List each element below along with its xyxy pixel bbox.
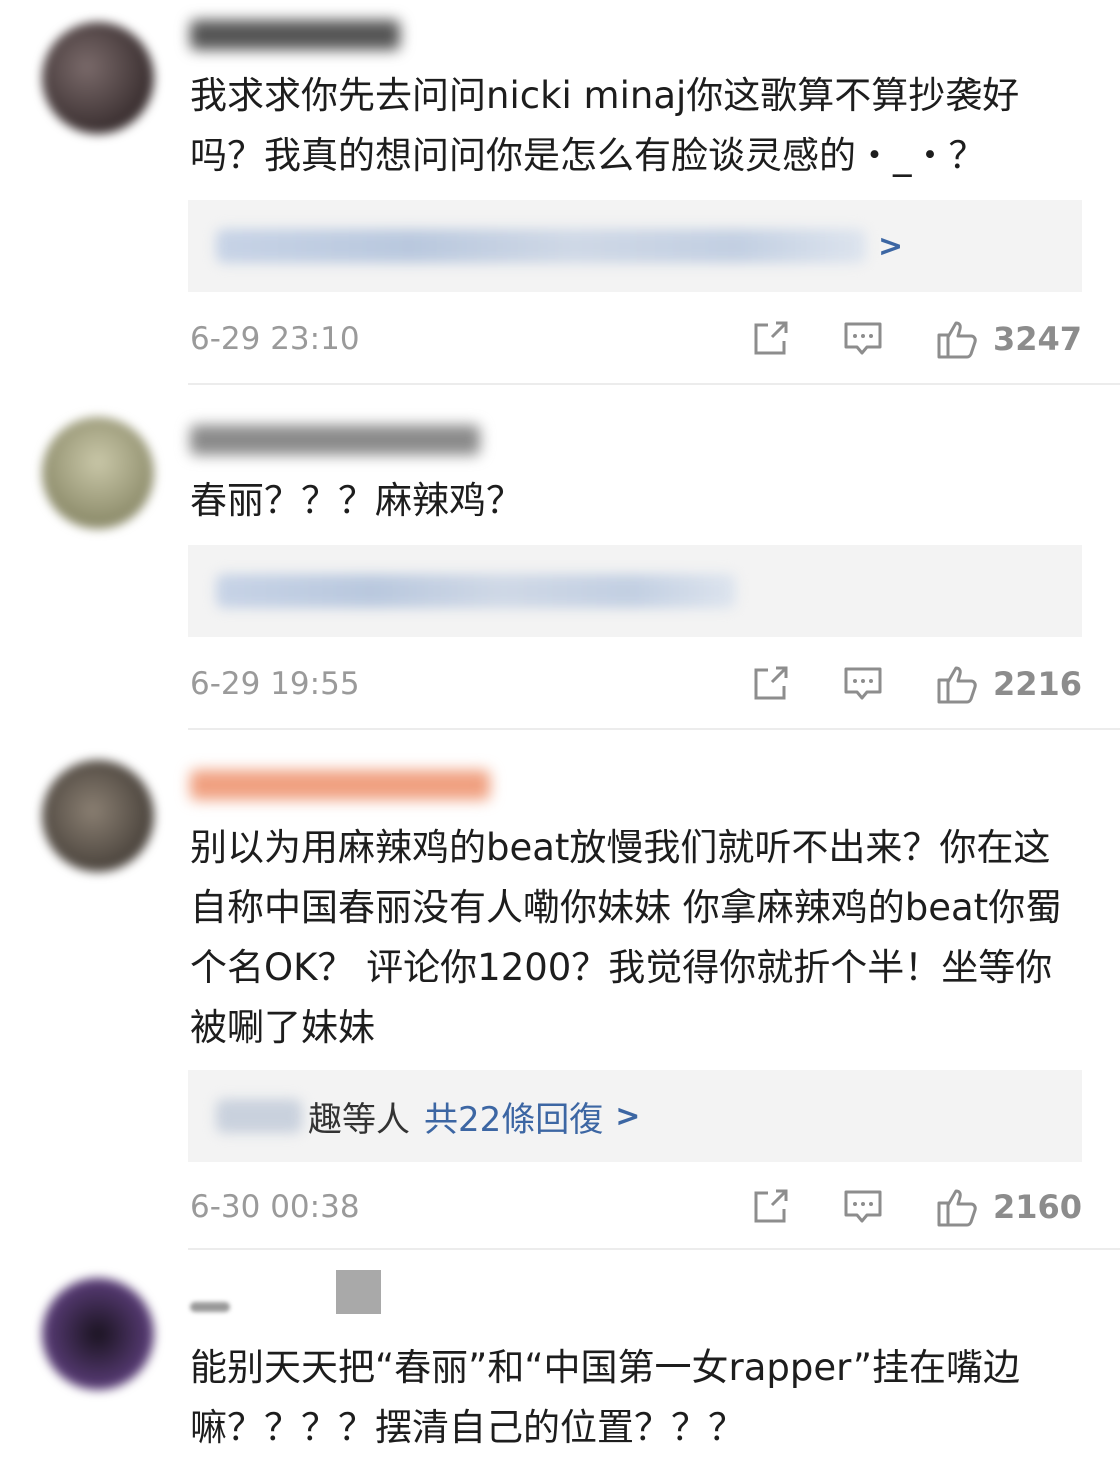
replies-summary-blurred bbox=[216, 229, 866, 263]
comment-meta: 6-30 00:38 2160 bbox=[190, 1182, 1082, 1232]
thumbs-up-icon[interactable] bbox=[935, 1187, 979, 1227]
reply-user-tail: 趣等人 bbox=[308, 1099, 410, 1140]
replies-preview[interactable]: 趣等人 共22條回復 > bbox=[188, 1070, 1082, 1162]
avatar-badge bbox=[336, 1270, 381, 1314]
share-icon[interactable] bbox=[751, 321, 791, 357]
comment-text: 别以为用麻辣鸡的beat放慢我们就听不出来？你在这自称中国春丽没有人嘞你妹妹 你… bbox=[190, 826, 1063, 1049]
avatar[interactable] bbox=[42, 417, 154, 529]
comment-meta: 6-29 23:10 3247 bbox=[190, 314, 1082, 364]
like-count: 2216 bbox=[992, 665, 1082, 703]
comment-text: 能别天天把“春丽”和“中国第一女rapper”挂在嘴边嘛？？？？摆清自己的位置？… bbox=[190, 1346, 1021, 1449]
chevron-right-icon: > bbox=[878, 228, 904, 264]
avatar[interactable] bbox=[42, 22, 154, 134]
comment-text: 我求求你先去问问nicki minaj你这歌算不算抄袭好吗？我真的想问问你是怎么… bbox=[190, 74, 1020, 177]
comment-item: 春丽？？？麻辣鸡？ 6-29 19:55 2216 bbox=[0, 385, 1120, 730]
username[interactable] bbox=[190, 425, 480, 455]
like-count: 2160 bbox=[992, 1188, 1082, 1226]
comment-meta: 6-29 19:55 2216 bbox=[190, 659, 1082, 709]
avatar[interactable] bbox=[42, 1278, 154, 1390]
share-icon[interactable] bbox=[751, 1189, 791, 1225]
share-icon[interactable] bbox=[751, 666, 791, 702]
chevron-right-icon: > bbox=[615, 1098, 641, 1134]
comment-item: 能别天天把“春丽”和“中国第一女rapper”挂在嘴边嘛？？？？摆清自己的位置？… bbox=[0, 1250, 1120, 1464]
username[interactable] bbox=[190, 1302, 230, 1312]
timestamp: 6-30 00:38 bbox=[190, 1189, 360, 1225]
thumbs-up-icon[interactable] bbox=[935, 319, 979, 359]
timestamp: 6-29 23:10 bbox=[190, 321, 360, 357]
replies-preview[interactable]: > bbox=[188, 200, 1082, 292]
username[interactable] bbox=[190, 770, 490, 800]
reply-count-link[interactable]: 共22條回復 bbox=[424, 1092, 603, 1141]
comment-icon[interactable] bbox=[843, 321, 883, 357]
replies-preview[interactable] bbox=[188, 545, 1082, 637]
timestamp: 6-29 19:55 bbox=[190, 666, 360, 702]
thumbs-up-icon[interactable] bbox=[935, 664, 979, 704]
comment-item: 我求求你先去问问nicki minaj你这歌算不算抄袭好吗？我真的想问问你是怎么… bbox=[0, 0, 1120, 385]
comment-icon[interactable] bbox=[843, 666, 883, 702]
comment-icon[interactable] bbox=[843, 1189, 883, 1225]
like-count: 3247 bbox=[992, 320, 1082, 358]
comment-text: 春丽？？？麻辣鸡？ bbox=[190, 479, 523, 522]
avatar[interactable] bbox=[42, 760, 154, 872]
comment-item: 别以为用麻辣鸡的beat放慢我们就听不出来？你在这自称中国春丽没有人嘞你妹妹 你… bbox=[0, 730, 1120, 1250]
username[interactable] bbox=[190, 20, 400, 50]
replies-summary-blurred bbox=[216, 574, 736, 608]
reply-user-blurred bbox=[216, 1099, 302, 1133]
